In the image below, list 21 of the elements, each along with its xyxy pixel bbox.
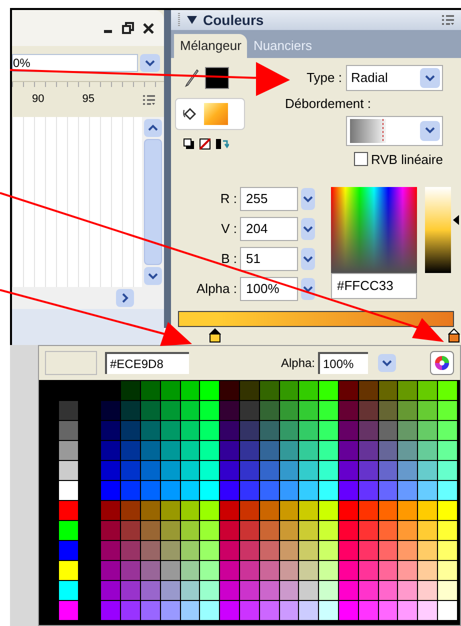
type-dropdown[interactable]: Radial: [346, 65, 443, 91]
zoom-field[interactable]: 0%: [12, 54, 138, 72]
linear-rgb-checkbox[interactable]: RVB linéaire: [354, 150, 443, 169]
alpha-label: Alpha:: [280, 355, 315, 372]
channel-field[interactable]: 255: [240, 187, 298, 211]
hex-field[interactable]: #ECE9D8: [105, 352, 189, 374]
overflow-label: Débordement :: [285, 95, 371, 113]
panel-tab[interactable]: Mélangeur: [174, 34, 248, 58]
hex-field[interactable]: #FFCC33: [331, 273, 417, 299]
channel-label: B :: [221, 250, 237, 268]
alpha-field[interactable]: 100%: [318, 352, 368, 374]
panel-title: Couleurs: [203, 10, 264, 30]
channel-field[interactable]: 204: [240, 217, 298, 241]
channel-field[interactable]: 100%: [240, 277, 298, 301]
frame-number: 90: [32, 92, 44, 108]
type-label: Type :: [306, 69, 342, 88]
channel-field[interactable]: 51: [240, 247, 298, 271]
channel-label: V :: [221, 220, 237, 238]
channel-label: R :: [220, 190, 237, 208]
channel-label: Alpha :: [196, 280, 237, 298]
frame-number: 95: [82, 92, 94, 108]
